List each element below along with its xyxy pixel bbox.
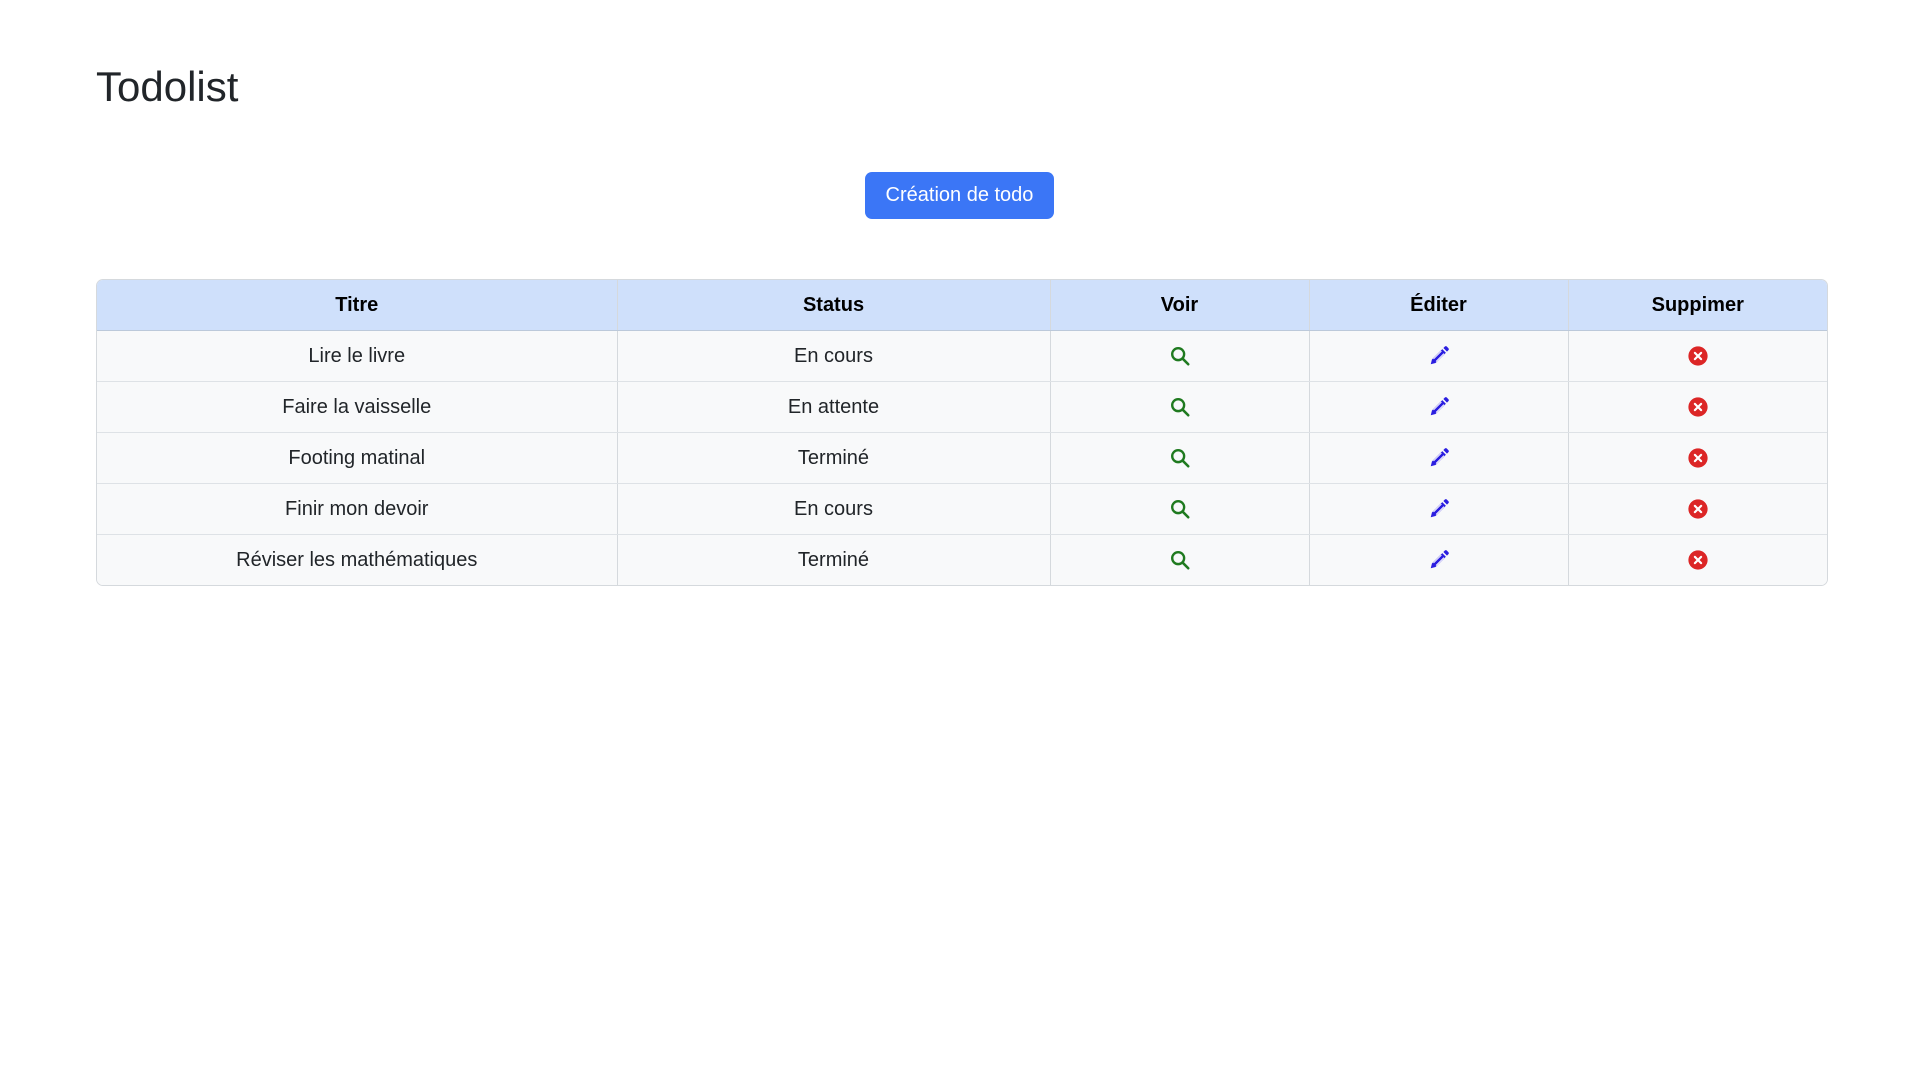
edit-cell [1309,381,1569,433]
todo-status-cell: Terminé [617,432,1051,484]
delete-cell [1568,534,1827,585]
edit-cell [1309,432,1569,484]
table-row: Réviser les mathématiques Terminé [97,534,1827,585]
todo-table-container: Titre Status Voir Éditer Suppimer Lire l… [96,279,1828,586]
todo-status-cell: Terminé [617,534,1051,585]
todo-title-cell: Lire le livre [97,330,618,382]
search-icon[interactable] [1166,546,1194,574]
todo-title-cell: Réviser les mathématiques [97,534,618,585]
search-icon[interactable] [1166,495,1194,523]
view-cell [1050,483,1310,535]
delete-cell [1568,432,1827,484]
todo-status-cell: En cours [617,483,1051,535]
table-header-row: Titre Status Voir Éditer Suppimer [97,280,1827,331]
pencil-icon[interactable] [1425,342,1453,370]
edit-cell [1309,330,1569,382]
edit-cell [1309,534,1569,585]
todo-status-cell: En cours [617,330,1051,382]
todo-title-cell: Finir mon devoir [97,483,618,535]
close-circle-icon[interactable] [1684,342,1712,370]
search-icon[interactable] [1166,393,1194,421]
delete-cell [1568,483,1827,535]
column-header-delete: Suppimer [1568,280,1827,331]
column-header-edit: Éditer [1309,280,1569,331]
close-circle-icon[interactable] [1684,546,1712,574]
column-header-status: Status [617,280,1051,331]
todo-title-cell: Footing matinal [97,432,618,484]
table-row: Finir mon devoir En cours [97,483,1827,535]
todo-status-cell: En attente [617,381,1051,433]
table-row: Faire la vaisselle En attente [97,381,1827,433]
pencil-icon[interactable] [1425,444,1453,472]
todo-table: Titre Status Voir Éditer Suppimer Lire l… [97,280,1827,585]
page-title: Todolist [96,63,239,110]
view-cell [1050,330,1310,382]
pencil-icon[interactable] [1425,546,1453,574]
column-header-title: Titre [97,280,618,331]
view-cell [1050,534,1310,585]
search-icon[interactable] [1166,444,1194,472]
create-button-container: Création de todo [0,172,1919,219]
view-cell [1050,432,1310,484]
table-body: Lire le livre En cours Faire la vaissell… [97,330,1827,585]
close-circle-icon[interactable] [1684,495,1712,523]
close-circle-icon[interactable] [1684,393,1712,421]
delete-cell [1568,381,1827,433]
create-todo-button[interactable]: Création de todo [864,172,1055,219]
close-circle-icon[interactable] [1684,444,1712,472]
pencil-icon[interactable] [1425,495,1453,523]
edit-cell [1309,483,1569,535]
delete-cell [1568,330,1827,382]
view-cell [1050,381,1310,433]
pencil-icon[interactable] [1425,393,1453,421]
table-row: Footing matinal Terminé [97,432,1827,484]
table-row: Lire le livre En cours [97,330,1827,382]
todo-title-cell: Faire la vaisselle [97,381,618,433]
column-header-view: Voir [1050,280,1310,331]
search-icon[interactable] [1166,342,1194,370]
page: Todolist Création de todo Titre Status V… [0,0,1919,1079]
